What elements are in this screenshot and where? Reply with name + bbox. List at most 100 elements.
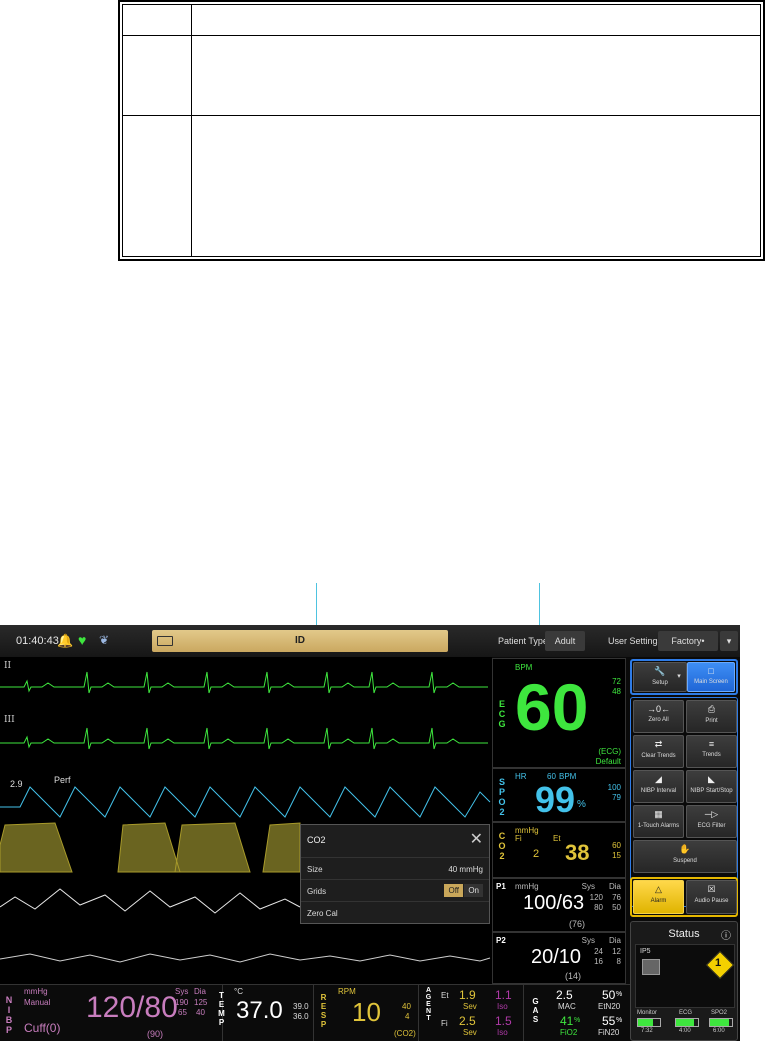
battery-monitor-time: 7:32	[641, 1028, 653, 1034]
iso-name-fi: Iso	[497, 1028, 508, 1037]
p1-dia-low: 50	[612, 903, 621, 912]
main-screen-button[interactable]: □ Main Screen	[687, 662, 735, 692]
setup-chevron-icon[interactable]: ▾	[673, 662, 685, 692]
bell-icon[interactable]: 🔔	[57, 633, 73, 649]
grids-on-button[interactable]: On	[464, 884, 483, 897]
spo2-value: 99	[535, 779, 576, 820]
spo2-numeric-panel[interactable]: SPO2 HR 60 BPM 99 % 100 79	[492, 768, 626, 822]
co2-et-label: Et	[553, 834, 561, 843]
ecg-high-limit: 72	[612, 677, 621, 686]
nibp-mode: Manual	[24, 998, 51, 1007]
fin2o-label: FiN20	[598, 1028, 620, 1037]
co2-capnogram	[0, 822, 301, 873]
bottom-parameter-bar: NIBP mmHg Manual Cuff(0) 120/80 (90) Sys…	[0, 984, 630, 1041]
p1-sys-high: 120	[589, 893, 603, 902]
resp-panel[interactable]: RESP RPM 10 40 4 (CO2)	[314, 985, 418, 1041]
warning-icon: △	[655, 884, 662, 894]
temp-unit: °C	[234, 987, 243, 996]
gas-panel[interactable]: GAS 2.5 MAC 50 % EtN20 41 % FiO2 55 % Fi…	[524, 985, 630, 1041]
nibp-sys-high: 190	[175, 998, 189, 1007]
p1-sys-label: Sys	[581, 882, 595, 891]
iso-et-value: 1.1	[495, 988, 512, 1002]
close-icon[interactable]: ✕	[470, 829, 483, 849]
patient-id-field[interactable]: ID	[152, 630, 448, 652]
waveforms-svg	[0, 671, 491, 963]
etn2o-percent: %	[616, 991, 623, 998]
nibp-dia-high: 125	[194, 998, 208, 1007]
nibp-panel[interactable]: NIBP mmHg Manual Cuff(0) 120/80 (90) Sys…	[0, 985, 222, 1041]
p2-value: 20/10	[531, 946, 582, 968]
temp-high-limit: 39.0	[293, 1002, 309, 1011]
popup-row-size[interactable]: Size 40 mmHg	[301, 857, 489, 880]
info-icon[interactable]: ⓘ	[721, 927, 731, 942]
zero-all-button[interactable]: →0← Zero All	[633, 700, 684, 733]
status-device-label: IP5	[640, 948, 651, 955]
spo2-percent: %	[577, 799, 586, 810]
patient-monitor-screen: 01:40:43 🔔 ♥ ❦ ID Patient Type Adult Use…	[0, 625, 740, 1041]
grids-off-button[interactable]: Off	[444, 884, 463, 897]
battery-ecg-label: ECG	[679, 1010, 693, 1016]
sev-name: Sev	[463, 1002, 477, 1011]
patient-type-button[interactable]: Adult	[545, 631, 585, 651]
gas-label: GAS	[531, 997, 540, 1024]
agent-label: AGENT	[425, 987, 432, 1022]
clear-trends-button[interactable]: ⇄ Clear Trends	[633, 735, 684, 768]
p1-unit: mmHg	[515, 882, 539, 891]
p2-label: P2	[496, 936, 506, 945]
chevron-down-icon[interactable]: ▾	[720, 631, 738, 651]
heart-icon: ♥	[78, 632, 87, 648]
trends-button[interactable]: ≡ Trends	[686, 735, 737, 768]
battery-spo2-label: SPO2	[711, 1010, 728, 1016]
one-touch-alarms-button[interactable]: ▦ 1-Touch Alarms	[633, 805, 684, 838]
nibp-mean: (90)	[147, 1029, 164, 1039]
top-bar: 01:40:43 🔔 ♥ ❦ ID Patient Type Adult Use…	[0, 625, 740, 657]
co2-fi-label: Fi	[515, 834, 522, 843]
agent-panel[interactable]: AGENT Et Fi 1.9 Sev 2.5 Sev 1.1 Iso 1.5 …	[419, 985, 523, 1041]
nibp-interval-button[interactable]: ◢ NIBP Interval	[633, 770, 684, 803]
document-table	[118, 0, 765, 261]
status-badge: 1	[715, 957, 722, 969]
trends-icon: ≡	[708, 739, 715, 749]
ecg-filter-button[interactable]: ─▷ ECG Filter	[686, 805, 737, 838]
pleth-wave	[0, 786, 491, 818]
spo2-low-limit: 79	[612, 793, 621, 802]
audio-pause-button[interactable]: ☒ Audio Pause	[686, 880, 737, 914]
p2-numeric-panel[interactable]: P2 Sys Dia 20/10 (14) 24 12 16 8	[492, 932, 626, 984]
nibp-start-stop-button[interactable]: ◣ NIBP Start/Stop	[686, 770, 737, 803]
ecg-mode: Default	[595, 757, 621, 766]
mac-value: 2.5	[556, 988, 573, 1002]
alarm-button[interactable]: △ Alarm	[633, 880, 684, 914]
p2-sys-low: 16	[594, 957, 603, 966]
ecg-ii-wave	[0, 671, 488, 694]
clock: 01:40:43	[16, 635, 59, 647]
etn2o-label: EtN20	[598, 1002, 621, 1011]
resp-high-limit: 40	[402, 1002, 411, 1011]
p1-numeric-panel[interactable]: P1 mmHg Sys Dia 100/63 (76) 120 76 80 50	[492, 878, 626, 932]
suspend-button[interactable]: ✋ Suspend	[633, 840, 737, 873]
nibp-dia-label: Dia	[194, 987, 207, 996]
ecg-iii-wave	[0, 727, 488, 750]
p2-dia-high: 12	[612, 947, 621, 956]
p1-value: 100/63	[523, 892, 585, 914]
popup-row-zero-cal[interactable]: Zero Cal	[301, 901, 489, 924]
nibp-unit: mmHg	[24, 987, 48, 996]
nibp-value: 120/80	[86, 991, 178, 1024]
battery-spo2-icon	[709, 1018, 733, 1027]
fin2o-value: 55	[602, 1014, 616, 1028]
ecg-label: ECG	[497, 699, 507, 729]
ecg-low-limit: 48	[612, 687, 621, 696]
size-value: 40 mmHg	[448, 865, 483, 874]
temp-label: TEMP	[217, 991, 226, 1027]
p2-dia-label: Dia	[608, 936, 621, 945]
nibp-cuff: Cuff(0)	[24, 1021, 61, 1035]
temp-low-limit: 36.0	[293, 1012, 309, 1021]
p2-mean: (14)	[565, 971, 582, 981]
status-device-box[interactable]: IP5 1	[635, 944, 735, 1008]
co2-numeric-panel[interactable]: CO2 mmHg Fi Et 2 38 60 15	[492, 822, 626, 878]
filter-icon: ─▷	[704, 809, 719, 819]
ecg-numeric-panel[interactable]: ECG BPM 60 72 48 (ECG) Default	[492, 658, 626, 768]
resp-unit: RPM	[338, 987, 356, 996]
p1-label: P1	[496, 882, 506, 891]
user-settings-button[interactable]: Factory•	[658, 631, 718, 651]
print-button[interactable]: ⎙ Print	[686, 700, 737, 733]
